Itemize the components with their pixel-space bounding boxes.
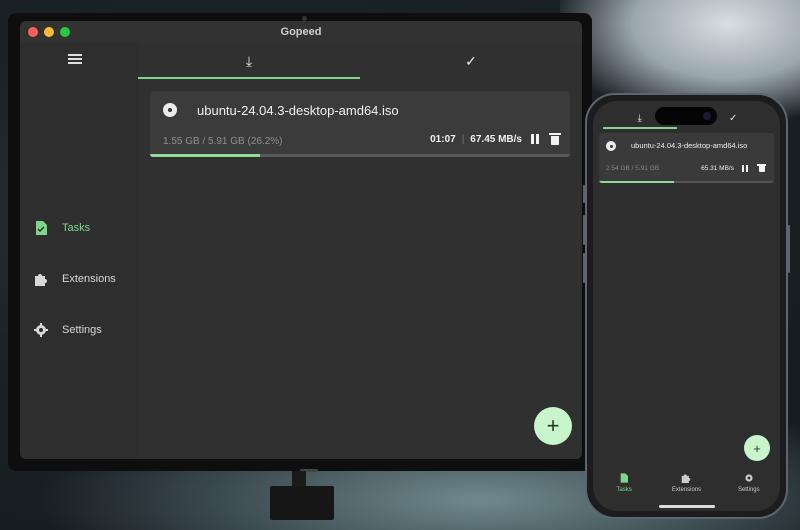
disc-icon — [606, 141, 616, 151]
mobile-task-file-name: ubuntu-24.04.3-desktop-amd64.iso — [631, 141, 748, 150]
task-file-icon — [34, 221, 48, 235]
phone-volume-down — [583, 253, 585, 283]
monitor-stand-base — [270, 486, 334, 520]
task-file-icon — [620, 473, 629, 485]
mobile-nav-settings[interactable]: Settings — [718, 473, 780, 505]
zoom-window-button[interactable] — [60, 27, 70, 37]
mobile-nav-tasks[interactable]: Tasks — [593, 473, 655, 505]
disc-icon — [163, 103, 177, 117]
gear-icon — [34, 323, 48, 337]
sidebar-item-label: Tasks — [62, 222, 91, 234]
main-content: ⤓ ✓ ubuntu-24.04.3-desktop-amd64.iso 1.5… — [138, 43, 582, 459]
phone-side-button — [583, 185, 585, 203]
trash-icon — [549, 133, 561, 145]
mobile-add-task-button[interactable]: + — [744, 435, 770, 461]
tab-completed[interactable]: ✓ — [360, 43, 582, 79]
sidebar-item-label: Settings — [62, 324, 102, 336]
mobile-nav-label: Settings — [737, 487, 760, 493]
phone-screen: ⤓ ✓ ubuntu-24.04.3-desktop-amd64.iso 2.5… — [593, 101, 780, 511]
home-indicator — [659, 505, 715, 508]
mobile-nav-extensions[interactable]: Extensions — [655, 473, 717, 505]
hamburger-menu-icon[interactable] — [68, 54, 82, 64]
monitor: Gopeed Tasks Extensions Settings ⤓ ✓ ubu… — [8, 13, 592, 472]
sidebar-item-label: Extensions — [62, 273, 116, 285]
add-task-button[interactable]: + — [534, 407, 572, 445]
mobile-nav-label: Extensions — [671, 487, 702, 493]
phone-power-button — [788, 225, 790, 273]
mobile-progress-fill — [599, 181, 675, 183]
gear-icon — [744, 473, 754, 485]
close-window-button[interactable] — [28, 27, 38, 37]
dynamic-island — [655, 107, 717, 125]
sidebar-item-settings[interactable]: Settings — [34, 320, 138, 340]
check-icon: ✓ — [729, 112, 738, 124]
mobile-progress-bar — [599, 181, 774, 183]
window-title: Gopeed — [280, 26, 322, 38]
sidebar: Tasks Extensions Settings — [20, 43, 138, 459]
mobile-bottom-nav: Tasks Extensions Settings — [593, 473, 780, 505]
task-file-name: ubuntu-24.04.3-desktop-amd64.iso — [197, 103, 399, 118]
sidebar-item-extensions[interactable]: Extensions — [34, 269, 138, 289]
mobile-task-progress-text: 2.54 GB / 5.91 GB — [606, 165, 660, 172]
check-icon: ✓ — [465, 52, 477, 69]
mobile-delete-button[interactable] — [756, 163, 766, 173]
phone-volume-up — [583, 215, 585, 245]
pause-icon — [742, 164, 748, 172]
task-time-left: 01:07 — [430, 133, 456, 145]
trash-icon — [756, 164, 766, 172]
tab-bar: ⤓ ✓ — [138, 43, 582, 79]
task-progress-text: 1.55 GB / 5.91 GB (26.2%) — [163, 136, 283, 147]
task-card[interactable]: ubuntu-24.04.3-desktop-amd64.iso 1.55 GB… — [150, 91, 570, 157]
delete-button[interactable] — [548, 132, 562, 146]
phone: ⤓ ✓ ubuntu-24.04.3-desktop-amd64.iso 2.5… — [583, 93, 790, 519]
stats-separator: | — [461, 133, 465, 145]
task-stats: 01:07 | 67.45 MB/s — [430, 132, 562, 146]
progress-bar — [150, 154, 570, 157]
puzzle-icon — [34, 272, 48, 286]
minimize-window-button[interactable] — [44, 27, 54, 37]
mobile-task-card[interactable]: ubuntu-24.04.3-desktop-amd64.iso 2.54 GB… — [599, 133, 774, 183]
download-icon: ⤓ — [245, 52, 253, 69]
titlebar: Gopeed — [20, 21, 582, 43]
puzzle-icon — [681, 473, 691, 485]
window-controls — [28, 27, 70, 37]
download-icon: ⤓ — [637, 112, 642, 124]
pause-icon — [531, 134, 539, 144]
mobile-task-speed: 65.31 MB/s — [701, 164, 734, 172]
mobile-task-stats: 65.31 MB/s — [701, 163, 766, 173]
sidebar-item-tasks[interactable]: Tasks — [34, 218, 138, 238]
progress-fill — [150, 154, 261, 157]
app-window: Gopeed Tasks Extensions Settings ⤓ ✓ ubu… — [20, 21, 582, 459]
mobile-pause-button[interactable] — [740, 163, 750, 173]
task-speed: 67.45 MB/s — [470, 133, 522, 145]
pause-button[interactable] — [528, 132, 542, 146]
mobile-nav-label: Tasks — [616, 487, 632, 493]
tab-downloading[interactable]: ⤓ — [138, 43, 360, 79]
